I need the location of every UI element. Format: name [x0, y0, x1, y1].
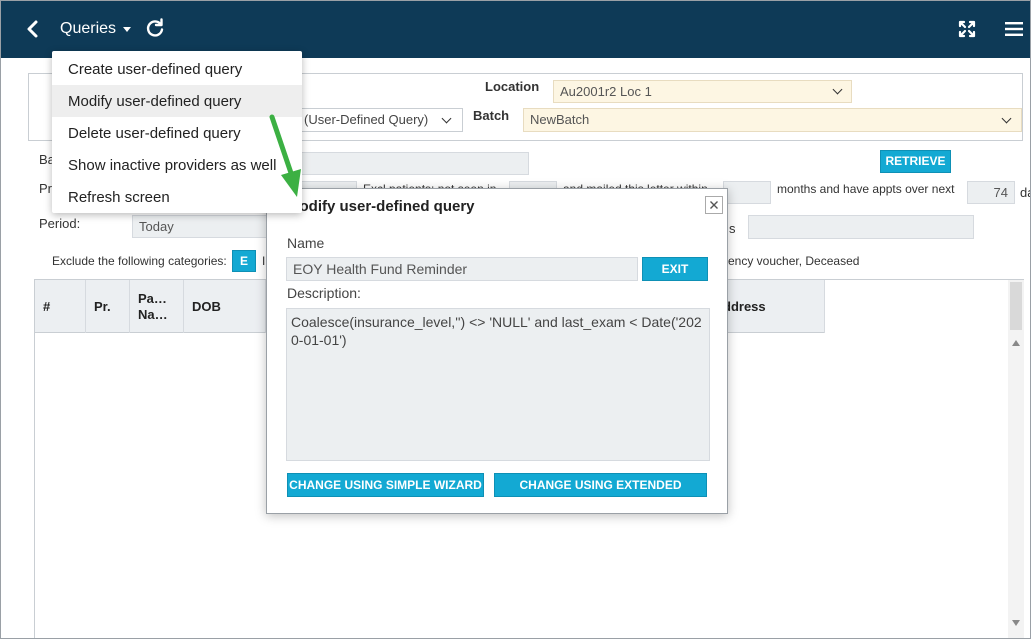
exclude-categories-i: I [262, 254, 266, 268]
location-value: Au2001r2 Loc 1 [560, 84, 652, 99]
scroll-up-arrow-icon[interactable] [1012, 340, 1020, 346]
fullscreen-icon[interactable] [958, 20, 976, 38]
ba-field[interactable] [291, 152, 529, 175]
back-arrow-icon[interactable] [23, 17, 43, 41]
location-select[interactable]: Au2001r2 Loc 1 [553, 80, 852, 103]
column-header-pr[interactable]: Pr. [86, 280, 130, 333]
query-type-select[interactable]: (User-Defined Query) [297, 108, 463, 132]
queries-menu-button[interactable]: Queries [60, 20, 116, 38]
column-header-patient-name[interactable]: Pa… Na… [130, 280, 184, 333]
exit-button[interactable]: EXIT [642, 257, 708, 281]
column-header-address[interactable]: ddress [715, 280, 825, 333]
period-select[interactable]: Today [132, 215, 272, 238]
period-value: Today [139, 219, 174, 234]
query-type-value: (User-Defined Query) [304, 112, 429, 127]
caret-down-icon[interactable] [123, 27, 131, 32]
column-header-number[interactable]: # [35, 280, 86, 333]
menu-item-delete-query[interactable]: Delete user-defined query [52, 117, 302, 149]
batch-select[interactable]: NewBatch [523, 108, 1022, 132]
appts-over-next-label: months and have appts over next [777, 182, 955, 196]
batch-value: NewBatch [530, 112, 590, 127]
menu-item-modify-query[interactable]: Modify user-defined query [52, 85, 302, 117]
menu-item-refresh-screen[interactable]: Refresh screen [52, 181, 302, 213]
app-window: Queries Location Au2001r2 Loc 1 (User-De… [0, 0, 1031, 639]
refresh-icon[interactable] [144, 17, 166, 39]
modify-query-dialog: Modify user-defined query Name EOY Healt… [266, 188, 728, 514]
period-label: Period: [39, 216, 81, 231]
location-label: Location [485, 79, 540, 94]
scroll-down-arrow-icon[interactable] [1012, 620, 1020, 626]
description-value: Coalesce(insurance_level,'') <> 'NULL' a… [291, 314, 702, 348]
retrieve-button[interactable]: RETRIEVE [880, 150, 951, 173]
days-value: 74 [993, 185, 1008, 200]
menu-item-create-query[interactable]: Create user-defined query [52, 53, 302, 85]
days-suffix-label: da [1020, 185, 1030, 200]
close-icon[interactable] [705, 196, 723, 214]
s-label: s [729, 221, 736, 236]
exclude-categories-tail: ency voucher, Deceased [728, 254, 860, 268]
s-field[interactable] [748, 215, 974, 239]
scrollbar-thumb[interactable] [1010, 282, 1022, 330]
queries-dropdown-menu: Create user-defined query Modify user-de… [52, 51, 302, 213]
top-navigation-bar: Queries [1, 1, 1030, 58]
change-simple-wizard-button[interactable]: CHANGE USING SIMPLE WIZARD [287, 473, 484, 497]
hamburger-menu-icon[interactable] [1005, 21, 1023, 37]
description-label: Description: [287, 285, 361, 301]
name-input[interactable]: EOY Health Fund Reminder [286, 257, 638, 281]
name-label: Name [287, 235, 325, 251]
change-extended-wizard-button[interactable]: CHANGE USING EXTENDED WIZARD [494, 473, 707, 514]
pr-label: Pr [39, 181, 52, 196]
exclude-categories-button[interactable]: E [232, 250, 256, 272]
days-field[interactable]: 74 [967, 181, 1015, 204]
description-textarea[interactable]: Coalesce(insurance_level,'') <> 'NULL' a… [286, 308, 710, 461]
vertical-scrollbar[interactable] [1008, 280, 1024, 638]
batch-label: Batch [473, 108, 510, 123]
menu-item-show-inactive-providers[interactable]: Show inactive providers as well [52, 149, 302, 181]
column-header-dob[interactable]: DOB [184, 280, 266, 333]
mailed-within-field[interactable] [723, 181, 771, 204]
dialog-title: Modify user-defined query [287, 198, 475, 215]
exclude-categories-label: Exclude the following categories: [52, 254, 227, 268]
name-value: EOY Health Fund Reminder [293, 261, 468, 277]
